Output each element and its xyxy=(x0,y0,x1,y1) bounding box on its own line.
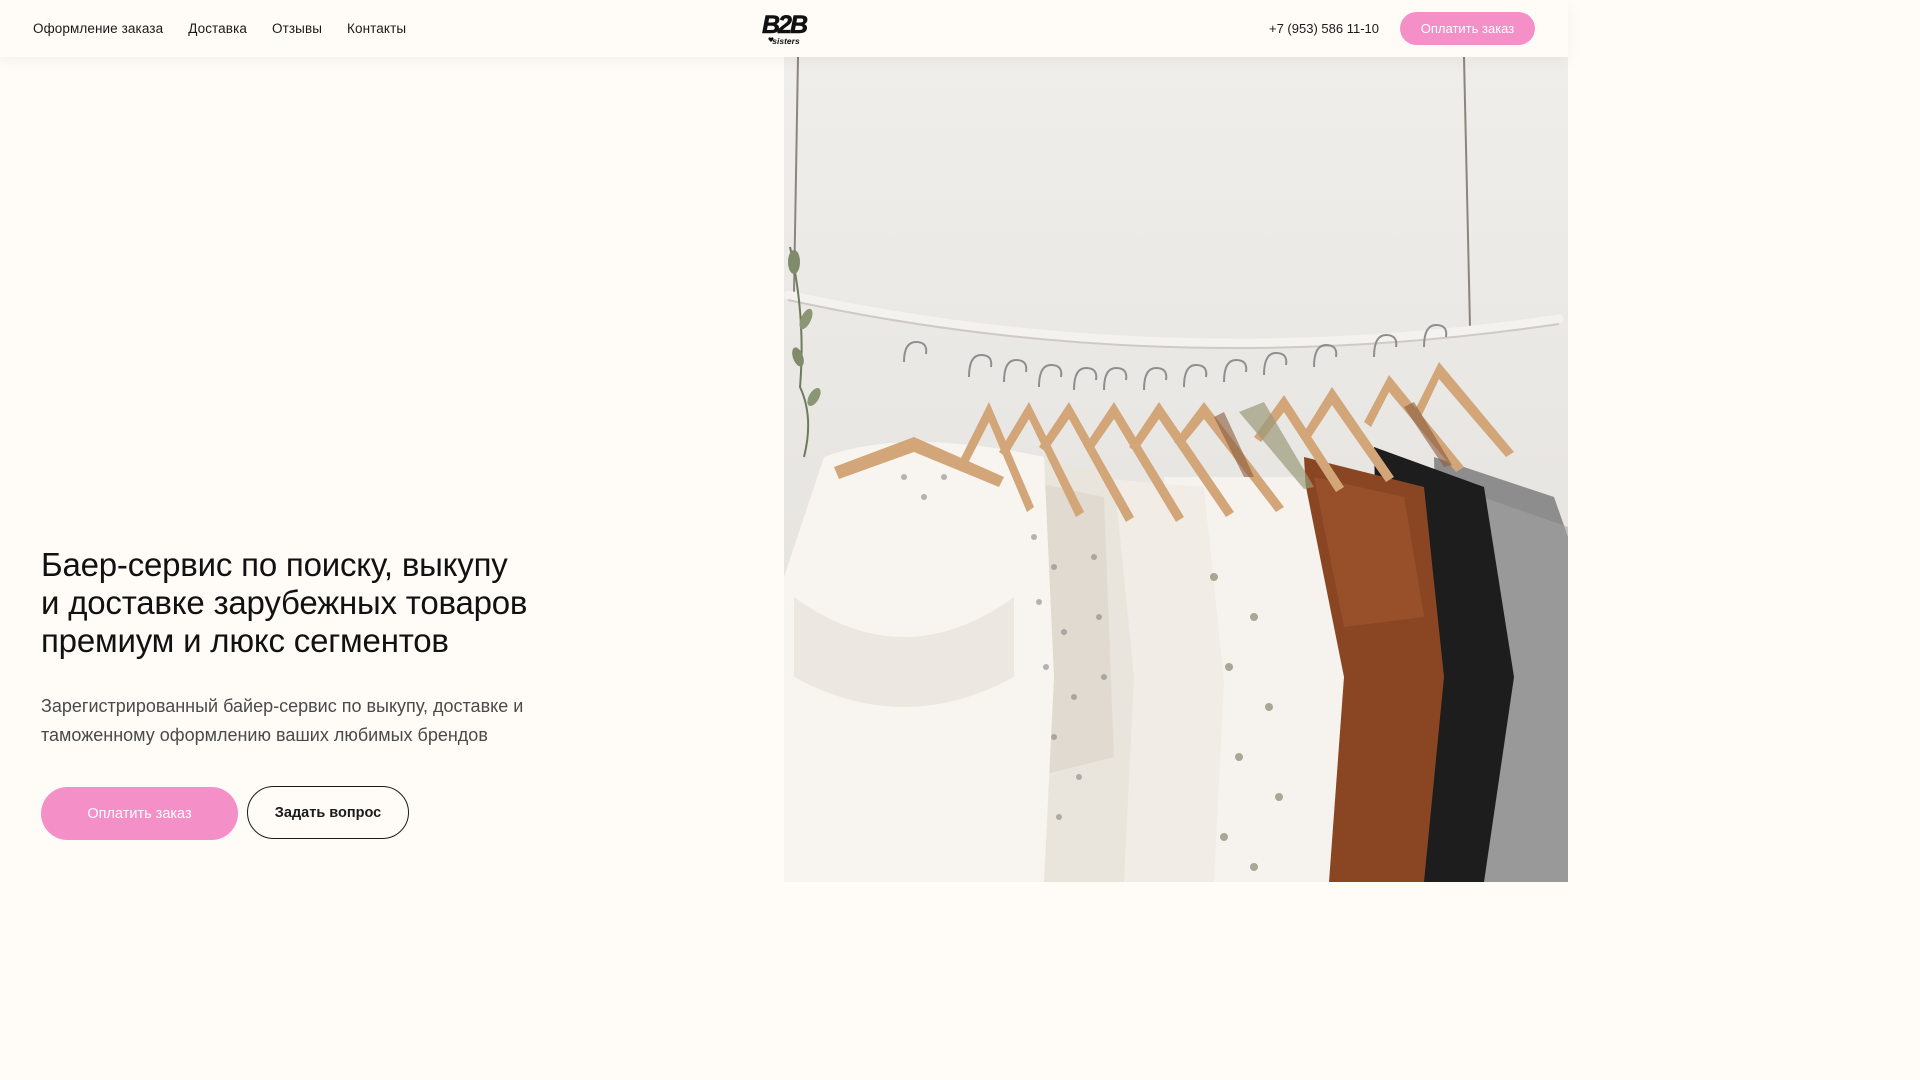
logo-subtext: sisters xyxy=(772,36,800,46)
brand-logo[interactable]: B2B sisters xyxy=(756,8,812,50)
nav-item-order: Оформление заказа xyxy=(33,20,163,38)
nav-link-reviews[interactable]: Отзывы xyxy=(272,21,322,36)
hero-title-line: премиум и люкс сегментов xyxy=(41,622,449,659)
nav-item-delivery: Доставка xyxy=(188,20,247,38)
logo-graphic: B2B sisters xyxy=(762,11,811,46)
hero-title-line: и доставке зарубежных товаров xyxy=(41,584,528,621)
hero-subtitle-line: Зарегистрированный байер-сервис по выкуп… xyxy=(41,696,524,716)
site-header: Оформление заказа Доставка Отзывы Контак… xyxy=(0,0,1568,57)
hero-title-line: Баер-сервис по поиску, выкупу xyxy=(41,546,508,583)
hero-title: Баер-сервис по поиску, выкупу и доставке… xyxy=(41,546,601,660)
nav-link-contacts[interactable]: Контакты xyxy=(347,21,406,36)
phone-link[interactable]: +7 (953) 586 11-10 xyxy=(1269,0,1379,57)
hero-pay-button[interactable]: Оплатить заказ xyxy=(41,787,238,840)
logo-text: B2B xyxy=(762,11,808,39)
nav-link-order[interactable]: Оформление заказа xyxy=(33,21,163,36)
nav-link-delivery[interactable]: Доставка xyxy=(188,21,247,36)
clothes-rack-illustration xyxy=(784,57,1568,882)
main-nav: Оформление заказа Доставка Отзывы Контак… xyxy=(33,0,406,57)
hero-subtitle-line: таможенному оформлению ваших любимых бре… xyxy=(41,725,488,745)
header-pay-button[interactable]: Оплатить заказ xyxy=(1400,12,1535,45)
nav-item-reviews: Отзывы xyxy=(272,20,322,38)
ask-question-button[interactable]: Задать вопрос xyxy=(247,786,409,839)
clothes-rack-photo xyxy=(784,57,1568,882)
nav-item-contacts: Контакты xyxy=(347,20,406,38)
hero-subtitle: Зарегистрированный байер-сервис по выкуп… xyxy=(41,692,561,750)
